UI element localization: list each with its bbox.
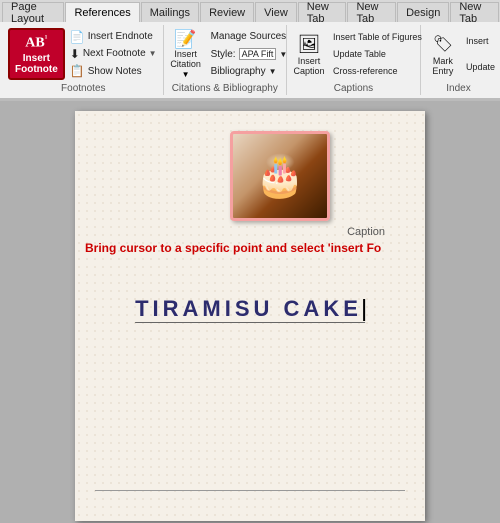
insert-footnote-icon: AB¹ [20,33,52,52]
tab-view[interactable]: View [255,2,297,22]
captions-group-label: Captions [287,83,420,94]
index-group: 🏷 MarkEntry Insert Update Index [421,25,496,95]
tab-newtab1[interactable]: New Tab [298,2,347,22]
index-group-label: Index [421,83,496,94]
update-index-button[interactable]: Update [464,61,497,73]
captions-small-buttons: Insert Table of Figures Update Table Cro… [331,28,424,80]
tab-references[interactable]: References [65,2,139,22]
bibliography-button[interactable]: Bibliography ▼ [209,65,290,78]
show-notes-icon: 📋 [70,64,85,78]
show-notes-button[interactable]: 📋 Show Notes [68,63,159,79]
index-small-buttons: Insert Update [464,28,497,80]
document-divider-line [95,490,405,491]
insert-caption-icon: 🖼 [297,31,321,57]
insert-endnote-icon: 📄 [70,30,85,44]
insert-footnote-button[interactable]: AB¹ Insert Footnote [8,28,65,80]
insert-index-button[interactable]: Insert [464,35,497,47]
ribbon: Page Layout References Mailings Review V… [0,0,500,101]
mark-entry-label: MarkEntry [432,57,453,77]
insert-caption-label: InsertCaption [293,57,324,77]
citations-small-buttons: Manage Sources Style: APA Fift ▼ Bibliog… [209,28,290,80]
document-title: TIRAMISU CAKE [135,296,365,323]
text-cursor [363,299,365,321]
insert-citation-label: InsertCitation [170,50,201,70]
instruction-text: Bring cursor to a specific point and sel… [85,241,415,255]
insert-citation-icon: 📝 [174,29,198,50]
cake-image-wrapper [230,131,330,221]
manage-sources-button[interactable]: Manage Sources [209,30,290,43]
document-page: Caption Bring cursor to a specific point… [75,111,425,521]
update-table-button[interactable]: Update Table [331,48,424,60]
next-footnote-icon: ⬇ [70,47,80,61]
citations-group-label: Citations & Bibliography [164,83,286,94]
mark-entry-button[interactable]: 🏷 MarkEntry [425,28,461,80]
insert-endnote-button[interactable]: 📄 Insert Endnote [68,29,159,45]
mark-entry-icon: 🏷 [431,31,455,57]
footnotes-group: AB¹ Insert Footnote 📄 Insert Endnote ⬇ N… [4,25,164,95]
insert-citation-button[interactable]: 📝 InsertCitation ▼ [168,28,204,80]
tab-review[interactable]: Review [200,2,254,22]
tab-newtab2[interactable]: New Tab [347,2,396,22]
tab-design[interactable]: Design [397,2,449,22]
insert-table-of-figures-button[interactable]: Insert Table of Figures [331,31,424,43]
citations-group: 📝 InsertCitation ▼ Manage Sources Style:… [164,25,287,95]
next-footnote-button[interactable]: ⬇ Next Footnote ▼ [68,46,159,62]
cake-highlight-border [230,131,330,221]
insert-caption-button[interactable]: 🖼 InsertCaption [291,28,327,80]
cross-reference-button[interactable]: Cross-reference [331,65,424,77]
ribbon-content: AB¹ Insert Footnote 📄 Insert Endnote ⬇ N… [0,22,500,100]
tab-newtab3[interactable]: New Tab [450,2,499,22]
style-dropdown[interactable]: Style: APA Fift ▼ [209,47,290,61]
footnotes-group-label: Footnotes [4,83,163,94]
insert-footnote-label: Insert Footnote [15,53,58,75]
caption-label: Caption [347,226,385,238]
document-area: Caption Bring cursor to a specific point… [0,101,500,523]
tab-page-layout[interactable]: Page Layout [2,2,64,22]
tab-bar: Page Layout References Mailings Review V… [0,0,500,22]
cake-image [230,131,330,221]
tab-mailings[interactable]: Mailings [141,2,199,22]
footnotes-small-buttons: 📄 Insert Endnote ⬇ Next Footnote ▼ 📋 Sho… [68,28,159,80]
captions-group: 🖼 InsertCaption Insert Table of Figures … [287,25,421,95]
